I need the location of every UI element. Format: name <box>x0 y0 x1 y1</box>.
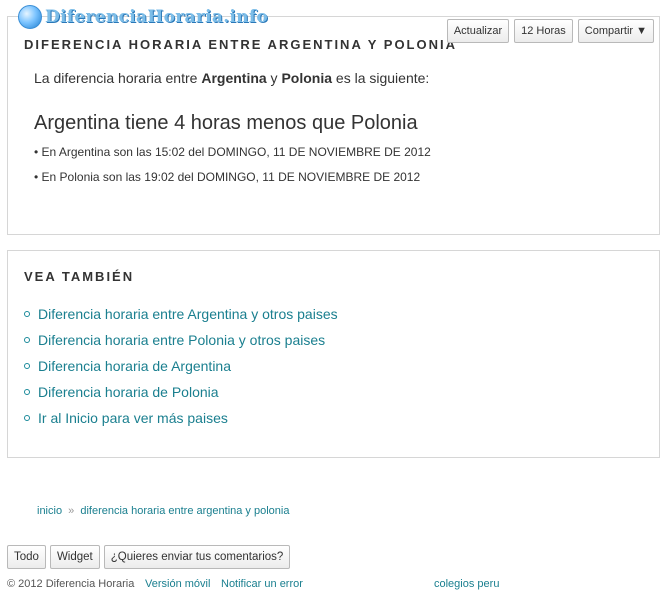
list-item: Ir al Inicio para ver más paises <box>24 405 338 431</box>
bullet-icon <box>24 311 30 317</box>
all-button[interactable]: Todo <box>7 545 46 569</box>
bullet-icon <box>24 389 30 395</box>
refresh-button[interactable]: Actualizar <box>446 19 510 43</box>
intro-prefix: La diferencia horaria entre <box>34 70 202 86</box>
see-also-panel: VEA TAMBIÉN Diferencia horaria entre Arg… <box>7 250 660 458</box>
link-polonia-timezone[interactable]: Diferencia horaria de Polonia <box>38 384 219 400</box>
logo-text: DiferenciaHoraria.info <box>45 7 269 27</box>
site-logo[interactable]: DiferenciaHoraria.info <box>18 4 268 30</box>
footer-buttons: Todo Widget ¿Quieres enviar tus comentar… <box>7 545 291 569</box>
intro-text: La diferencia horaria entre Argentina y … <box>34 70 429 86</box>
link-polonia-others[interactable]: Diferencia horaria entre Polonia y otros… <box>38 332 325 348</box>
widget-button[interactable]: Widget <box>49 545 100 569</box>
intro-suffix: es la siguiente: <box>332 70 430 86</box>
copyright: © 2012 Diferencia Horaria <box>7 578 135 590</box>
link-argentina-others[interactable]: Diferencia horaria entre Argentina y otr… <box>38 306 338 322</box>
country-b: Polonia <box>281 70 333 86</box>
detail-argentina: • En Argentina son las 15:02 del DOMINGO… <box>34 145 431 159</box>
bullet-icon <box>24 415 30 421</box>
report-error-link[interactable]: Notificar un error <box>221 578 303 590</box>
list-item: Diferencia horaria de Polonia <box>24 379 338 405</box>
top-toolbar: Actualizar 12 Horas Compartir ▼ <box>446 19 654 43</box>
bullet-icon <box>24 363 30 369</box>
link-argentina-timezone[interactable]: Diferencia horaria de Argentina <box>38 358 231 374</box>
difference-headline: Argentina tiene 4 horas menos que Poloni… <box>34 112 418 134</box>
breadcrumb: inicio » diferencia horaria entre argent… <box>37 505 289 517</box>
list-item: Diferencia horaria entre Polonia y otros… <box>24 327 338 353</box>
colegios-link[interactable]: colegios peru <box>434 578 499 590</box>
list-item: Diferencia horaria entre Argentina y otr… <box>24 301 338 327</box>
mobile-version-link[interactable]: Versión móvil <box>145 578 210 590</box>
comments-button[interactable]: ¿Quieres enviar tus comentarios? <box>103 545 291 569</box>
hours-format-button[interactable]: 12 Horas <box>514 19 573 43</box>
bullet-icon <box>24 337 30 343</box>
page-title: DIFERENCIA HORARIA ENTRE ARGENTINA Y POL… <box>24 37 458 52</box>
intro-and: y <box>266 70 282 86</box>
time-difference-panel: DIFERENCIA HORARIA ENTRE ARGENTINA Y POL… <box>7 16 660 235</box>
detail-polonia: • En Polonia son las 19:02 del DOMINGO, … <box>34 170 421 184</box>
share-button[interactable]: Compartir ▼ <box>577 19 654 43</box>
breadcrumb-home[interactable]: inicio <box>37 505 62 517</box>
see-also-title: VEA TAMBIÉN <box>24 269 135 284</box>
country-a: Argentina <box>201 70 267 86</box>
breadcrumb-separator: » <box>68 505 75 517</box>
link-home[interactable]: Ir al Inicio para ver más paises <box>38 410 228 426</box>
see-also-list: Diferencia horaria entre Argentina y otr… <box>24 301 338 431</box>
breadcrumb-current[interactable]: diferencia horaria entre argentina y pol… <box>80 505 289 517</box>
clock-globe-icon <box>18 5 42 29</box>
list-item: Diferencia horaria de Argentina <box>24 353 338 379</box>
